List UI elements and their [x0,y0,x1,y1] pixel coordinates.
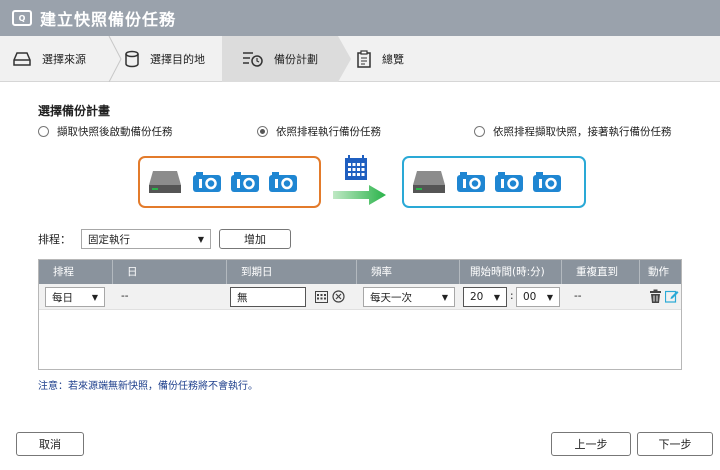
schedule-type-value: 固定執行 [88,233,130,246]
plan-option-label: 依照排程執行備份任務 [276,126,381,138]
camera-icon [457,172,485,192]
calendar-icon[interactable] [315,290,328,303]
edit-icon[interactable] [665,289,679,303]
caret-down-icon: ▼ [493,292,500,302]
column-header: 到期日 [227,260,357,284]
plan-option-snapshot-then-backup[interactable]: 擷取快照後啟動備份任務 [38,124,173,139]
schedule-label: 排程： [38,233,71,246]
step-label: 選擇目的地 [150,53,205,66]
plan-option-scheduled-backup[interactable]: 依照排程執行備份任務 [257,124,381,139]
cancel-button[interactable]: 取消 [16,432,84,456]
next-button[interactable]: 下一步 [637,432,713,456]
source-box [138,156,321,208]
wizard-steps: 選擇來源 選擇目的地 備份計劃 總覽 [0,36,720,82]
clear-icon[interactable] [332,290,345,303]
row-schedule-value: 每日 [52,291,73,304]
column-header: 重複直到 [562,260,640,284]
step-backup-plan: 備份計劃 [222,36,338,82]
row-minute-value: 00 [523,291,537,303]
hard-disk-icon [413,171,445,193]
schedule-row: 排程： 固定執行 ▼ 增加 [38,229,291,249]
table-row: 每日 ▼ -- 無 每天一次 ▼ 20 ▼ : 00 ▼ -- [39,284,681,310]
caret-down-icon: ▼ [197,234,204,244]
radio-button[interactable] [38,126,49,137]
row-hour-select[interactable]: 20 ▼ [463,287,507,307]
title-bar: Q 建立快照備份任務 [0,0,720,36]
radio-button[interactable] [257,126,268,137]
plan-option-label: 依照排程擷取快照，接著執行備份任務 [493,126,672,138]
destination-box [402,156,586,208]
schedule-icon [243,52,263,67]
step-label: 備份計劃 [274,53,318,66]
calendar-icon [345,155,367,180]
camera-icon [533,172,561,192]
schedule-table: 排程 日 到期日 頻率 開始時間(時:分) 重複直到 動作 每日 ▼ -- 無 … [38,259,682,370]
row-day: -- [121,290,129,302]
plan-option-label: 擷取快照後啟動備份任務 [57,126,173,138]
column-header: 動作 [648,266,669,278]
camera-icon [269,172,297,192]
column-header: 排程 [39,260,113,284]
step-select-destination: 選擇目的地 [124,36,205,82]
trash-icon[interactable] [649,289,662,304]
camera-icon [231,172,259,192]
app-logo: Q [12,10,32,26]
caret-down-icon: ▼ [441,292,448,302]
caret-down-icon: ▼ [546,292,553,302]
camera-icon [193,172,221,192]
previous-button[interactable]: 上一步 [551,432,631,456]
plan-option-scheduled-snapshot-backup[interactable]: 依照排程擷取快照，接著執行備份任務 [474,124,672,139]
step-separator [108,36,122,82]
row-minute-select[interactable]: 00 ▼ [516,287,560,307]
hard-disk-icon [149,171,181,193]
step-separator [338,36,351,82]
column-header: 開始時間(時:分) [460,260,562,284]
row-frequency-select[interactable]: 每天一次 ▼ [363,287,455,307]
time-separator: : [510,290,514,302]
disk-icon [13,52,31,66]
column-header: 日 [113,260,227,284]
table-header: 排程 日 到期日 頻率 開始時間(時:分) 重複直到 動作 [39,260,681,284]
step-select-source: 選擇來源 [12,36,86,82]
row-frequency-value: 每天一次 [370,291,412,304]
database-icon [125,50,139,68]
camera-icon [495,172,523,192]
column-header: 頻率 [357,260,460,284]
step-label: 選擇來源 [42,53,86,66]
caret-down-icon: ▼ [91,292,98,302]
note-text: 注意：若來源端無新快照，備份任務將不會執行。 [38,381,258,392]
plan-title: 選擇備份計畫 [38,104,111,118]
add-schedule-button[interactable]: 增加 [219,229,291,249]
row-expiry-input[interactable]: 無 [230,287,306,307]
row-expiry-value: 無 [237,291,248,304]
step-summary: 總覽 [356,36,404,82]
row-schedule-select[interactable]: 每日 ▼ [45,287,105,307]
schedule-type-select[interactable]: 固定執行 ▼ [81,229,211,249]
radio-button[interactable] [474,126,485,137]
window-title: 建立快照備份任務 [40,10,177,29]
clipboard-icon [357,50,371,68]
row-hour-value: 20 [470,291,484,303]
row-repeat-until: -- [574,290,582,302]
arrow-right-icon [333,185,386,205]
step-label: 總覽 [382,53,404,66]
